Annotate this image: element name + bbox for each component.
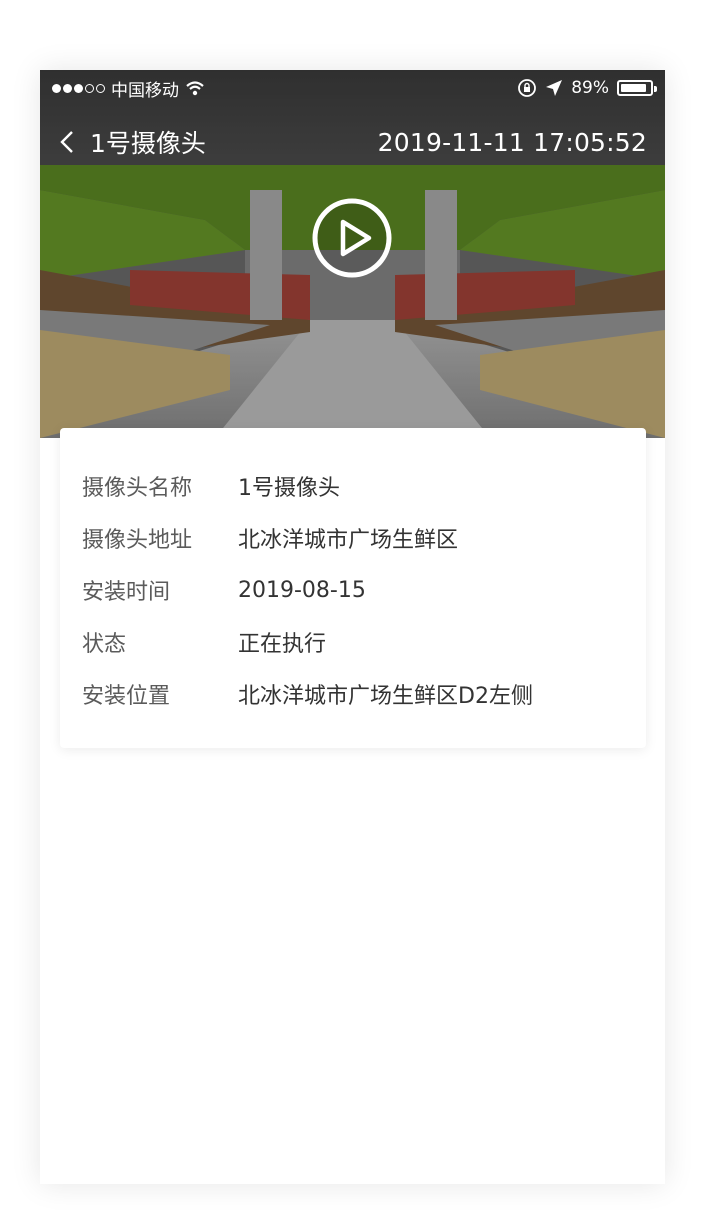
info-value: 北冰洋城市广场生鲜区 bbox=[238, 528, 459, 553]
info-label: 安装位置 bbox=[82, 684, 171, 709]
camera-video-player[interactable]: 中国移动 89% 1号摄像头 2019-11-11 17:05:52 bbox=[40, 70, 665, 438]
play-icon[interactable] bbox=[311, 197, 393, 279]
signal-strength-icon bbox=[52, 83, 105, 93]
battery-percent: 89% bbox=[571, 78, 609, 98]
video-timestamp: 2019-11-11 17:05:52 bbox=[377, 127, 647, 157]
info-label: 状态 bbox=[82, 632, 127, 657]
status-bar: 中国移动 89% bbox=[40, 70, 665, 106]
info-row-status: 状态 正在执行 bbox=[60, 616, 646, 668]
info-value: 1号摄像头 bbox=[238, 476, 340, 501]
orientation-lock-icon bbox=[518, 79, 537, 97]
info-row-location: 安装位置 北冰洋城市广场生鲜区D2左侧 bbox=[60, 668, 646, 720]
nav-bar: 1号摄像头 2019-11-11 17:05:52 bbox=[40, 122, 665, 162]
info-value: 2019-08-15 bbox=[238, 577, 366, 603]
battery-icon bbox=[617, 80, 657, 96]
carrier-name: 中国移动 bbox=[111, 80, 179, 101]
info-row-install-date: 安装时间 2019-08-15 bbox=[60, 564, 646, 616]
status-value: 正在执行 bbox=[238, 632, 327, 657]
info-row-address: 摄像头地址 北冰洋城市广场生鲜区 bbox=[60, 512, 646, 564]
info-label: 摄像头地址 bbox=[82, 528, 193, 553]
info-row-name: 摄像头名称 1号摄像头 bbox=[60, 460, 646, 512]
info-value: 北冰洋城市广场生鲜区D2左侧 bbox=[238, 684, 533, 709]
location-arrow-icon bbox=[546, 80, 563, 96]
chevron-left-icon[interactable] bbox=[58, 129, 76, 155]
page-title: 1号摄像头 bbox=[90, 129, 206, 158]
wifi-icon bbox=[186, 81, 204, 96]
info-label: 安装时间 bbox=[82, 580, 171, 605]
info-label: 摄像头名称 bbox=[82, 476, 193, 501]
camera-info-card: 摄像头名称 1号摄像头 摄像头地址 北冰洋城市广场生鲜区 安装时间 2019-0… bbox=[60, 428, 646, 748]
phone-screen: 中国移动 89% 1号摄像头 2019-11-11 17:05:52 摄像头名称… bbox=[40, 70, 665, 1184]
